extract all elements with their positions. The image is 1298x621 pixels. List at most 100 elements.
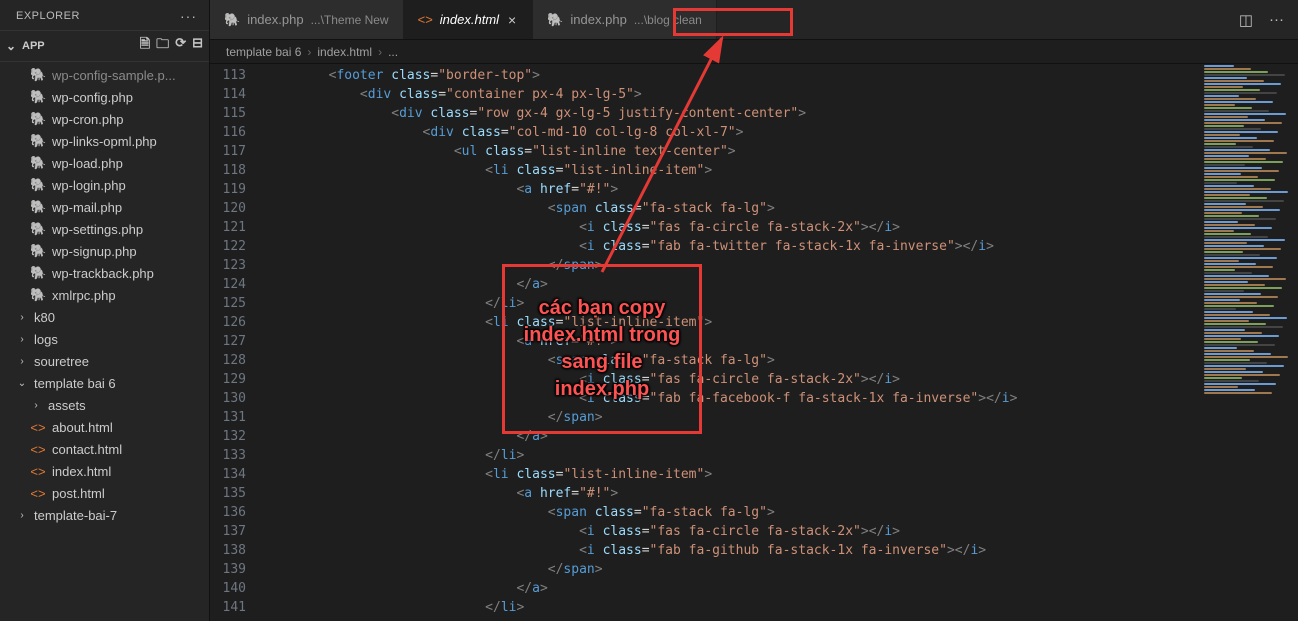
code-line[interactable]: <a href="#!"> [266,332,1198,351]
code-line[interactable]: <span class="fa-stack fa-lg"> [266,199,1198,218]
minimap-line [1204,140,1274,142]
file-post-html[interactable]: <>post.html [0,482,209,504]
minimap-line [1204,347,1237,349]
file-index-html[interactable]: <>index.html [0,460,209,482]
file-wp-signup-php[interactable]: 🐘wp-signup.php [0,240,209,262]
breadcrumb-item[interactable]: ... [388,45,398,59]
folder-assets[interactable]: ›assets [0,394,209,416]
folder-template-bai-7[interactable]: ›template-bai-7 [0,504,209,526]
php-file-icon: 🐘 [30,221,46,237]
code-line[interactable]: <li class="list-inline-item"> [266,313,1198,332]
minimap-line [1204,335,1279,337]
file-wp-settings-php[interactable]: 🐘wp-settings.php [0,218,209,240]
line-number: 130 [210,389,266,408]
code-line[interactable]: </a> [266,275,1198,294]
folder-souretree[interactable]: ›souretree [0,350,209,372]
minimap-line [1204,302,1257,304]
code-line[interactable]: </a> [266,579,1198,598]
minimap-line [1204,305,1274,307]
code-line[interactable]: <i class="fab fa-github fa-stack-1x fa-i… [266,541,1198,560]
close-icon[interactable]: × [506,12,518,28]
minimap-line [1204,167,1262,169]
minimap-line [1204,128,1261,130]
code-editor[interactable]: <footer class="border-top"> <div class="… [266,64,1198,621]
code-line[interactable]: <a href="#!"> [266,484,1198,503]
tab-index-php-0[interactable]: 🐘index.php...\Theme New [210,0,404,39]
tab-index-html-1[interactable]: <>index.html× [404,0,534,39]
code-line[interactable]: <i class="fab fa-facebook-f fa-stack-1x … [266,389,1198,408]
minimap-line [1204,104,1235,106]
minimap-line [1204,77,1247,79]
new-folder-icon[interactable]: 🗀 [156,35,169,57]
php-file-icon: 🐘 [30,111,46,127]
code-line[interactable]: </a> [266,427,1198,446]
minimap-line [1204,89,1260,91]
file-xmlrpc-php[interactable]: 🐘xmlrpc.php [0,284,209,306]
file-wp-cron-php[interactable]: 🐘wp-cron.php [0,108,209,130]
file-wp-mail-php[interactable]: 🐘wp-mail.php [0,196,209,218]
code-line[interactable]: <i class="fas fa-circle fa-stack-2x"></i… [266,522,1198,541]
file-wp-links-opml-php[interactable]: 🐘wp-links-opml.php [0,130,209,152]
code-line[interactable]: <a href="#!"> [266,180,1198,199]
file-wp-trackback-php[interactable]: 🐘wp-trackback.php [0,262,209,284]
file-wp-config-php[interactable]: 🐘wp-config.php [0,86,209,108]
code-line[interactable]: </span> [266,560,1198,579]
breadcrumb-item[interactable]: template bai 6 [226,45,301,59]
minimap-line [1204,326,1283,328]
editor-body: 1131141151161171181191201211221231241251… [210,64,1298,621]
file-wp-login-php[interactable]: 🐘wp-login.php [0,174,209,196]
code-line[interactable]: <footer class="border-top"> [266,66,1198,85]
code-line[interactable]: <div class="col-md-10 col-lg-8 col-xl-7"… [266,123,1198,142]
code-line[interactable]: <div class="row gx-4 gx-lg-5 justify-con… [266,104,1198,123]
collapse-icon[interactable]: ⊟ [192,35,203,57]
file-wp-load-php[interactable]: 🐘wp-load.php [0,152,209,174]
code-line[interactable]: <li class="list-inline-item"> [266,161,1198,180]
more-actions-icon[interactable]: ··· [1269,11,1284,28]
folder-k80[interactable]: ›k80 [0,306,209,328]
folder-logs[interactable]: ›logs [0,328,209,350]
code-line[interactable]: <i class="fas fa-circle fa-stack-2x"></i… [266,218,1198,237]
code-line[interactable]: </li> [266,294,1198,313]
php-file-icon: 🐘 [224,12,240,28]
folder-template-bai-6[interactable]: ⌄template bai 6 [0,372,209,394]
php-file-icon: 🐘 [30,265,46,281]
minimap-line [1204,146,1253,148]
tree-item-label: k80 [34,310,55,325]
file-wp-config-sample-p-[interactable]: 🐘wp-config-sample.p... [0,64,209,86]
new-file-icon[interactable]: 🗎 [140,35,150,57]
line-number: 115 [210,104,266,123]
code-line[interactable]: </span> [266,408,1198,427]
minimap-line [1204,392,1272,394]
explorer-title: EXPLORER [16,10,80,22]
tab-index-php-2[interactable]: 🐘index.php...\blog clean [533,0,717,39]
refresh-icon[interactable]: ⟳ [175,35,186,57]
line-number: 128 [210,351,266,370]
line-gutter: 1131141151161171181191201211221231241251… [210,64,266,621]
section-header-app[interactable]: ⌄ APP 🗎 🗀 ⟳ ⊟ [0,30,209,62]
line-number: 120 [210,199,266,218]
breadcrumb-item[interactable]: index.html [317,45,372,59]
minimap-line [1204,248,1281,250]
line-number: 134 [210,465,266,484]
explorer-more-icon[interactable]: ··· [180,8,197,24]
php-file-icon: 🐘 [30,155,46,171]
line-number: 124 [210,275,266,294]
file-contact-html[interactable]: <>contact.html [0,438,209,460]
code-line[interactable]: <div class="container px-4 px-lg-5"> [266,85,1198,104]
minimap-line [1204,185,1254,187]
file-about-html[interactable]: <>about.html [0,416,209,438]
minimap[interactable] [1198,64,1298,621]
code-line[interactable]: </span> [266,256,1198,275]
code-line[interactable]: <span class="fa-stack fa-lg"> [266,351,1198,370]
code-line[interactable]: </li> [266,446,1198,465]
code-line[interactable]: <i class="fas fa-circle fa-stack-2x"></i… [266,370,1198,389]
split-editor-icon[interactable]: ◫ [1239,11,1253,29]
minimap-line [1204,290,1244,292]
code-line[interactable]: <i class="fab fa-twitter fa-stack-1x fa-… [266,237,1198,256]
code-line[interactable]: </li> [266,598,1198,617]
code-line[interactable]: <span class="fa-stack fa-lg"> [266,503,1198,522]
code-line[interactable]: <ul class="list-inline text-center"> [266,142,1198,161]
breadcrumbs[interactable]: template bai 6›index.html›... [210,40,1298,64]
code-line[interactable]: <li class="list-inline-item"> [266,465,1198,484]
minimap-line [1204,254,1260,256]
